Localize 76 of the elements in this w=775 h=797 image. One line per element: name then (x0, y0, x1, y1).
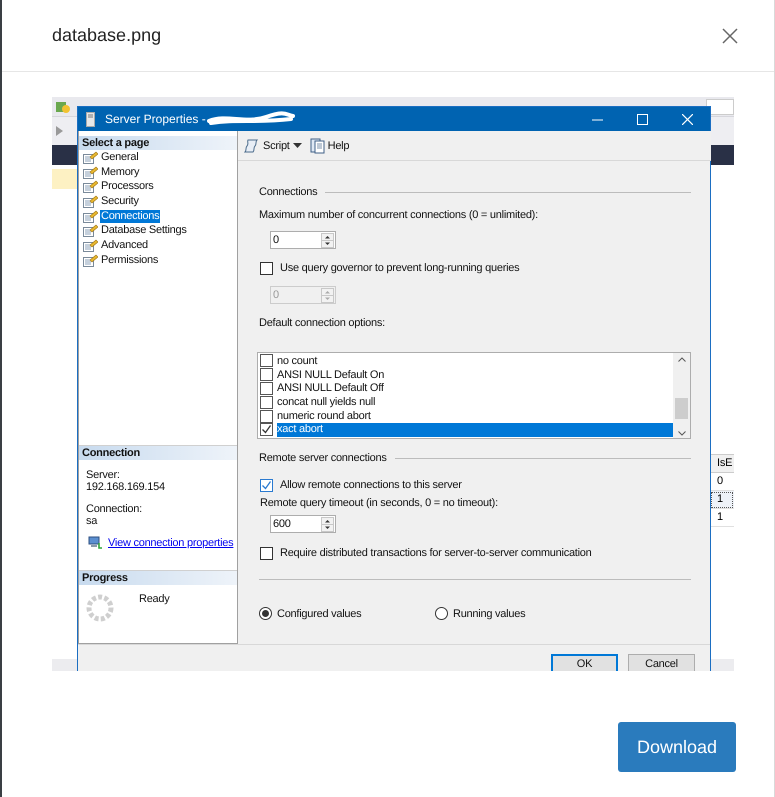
field-value: sa (86, 515, 98, 527)
server-icon (86, 112, 95, 126)
list-item[interactable]: numeric round abort (258, 409, 673, 423)
checkbox[interactable] (260, 262, 273, 274)
checkbox[interactable] (260, 354, 273, 368)
radio-button[interactable] (435, 607, 448, 620)
field-label: Remote query timeout (in seconds, 0 = no timeout): (260, 496, 499, 510)
field-value: 192.168.169.154 (86, 481, 166, 493)
status-text: Ready (139, 593, 170, 607)
computer-icon (88, 536, 103, 549)
page-icon (83, 254, 98, 267)
script-button[interactable]: Script (244, 138, 302, 154)
dialog-title: database.png (52, 25, 162, 46)
radio-label: Running values (453, 608, 526, 620)
checkbox[interactable] (260, 410, 273, 423)
download-button[interactable]: Download (618, 722, 736, 772)
checkbox[interactable] (260, 423, 273, 436)
ok-button[interactable]: OK (551, 654, 618, 671)
maximize-icon[interactable] (637, 114, 648, 124)
page-icon (83, 194, 98, 208)
checkbox-label: Allow remote connections to this server (280, 479, 462, 491)
checkbox-label: Require distributed transactions for server-to-server communication (280, 547, 592, 559)
list-item[interactable]: concat null yields null (258, 395, 673, 410)
page-icon (83, 180, 98, 194)
field-label: Default connection options: (259, 316, 386, 330)
checkbox[interactable] (260, 382, 273, 395)
loading-spinner-icon (85, 593, 115, 623)
sidebar-item[interactable]: Database Settings (100, 224, 188, 238)
sidebar-item[interactable]: Memory (100, 166, 140, 179)
section-header: Connection (79, 446, 237, 460)
page-icon (83, 210, 98, 223)
radio-label: Configured values (277, 608, 362, 620)
number-spinner[interactable]: 600 (270, 515, 336, 533)
radio-button[interactable] (259, 607, 272, 620)
scroll-up-icon[interactable] (678, 357, 686, 362)
field-label: Server: (86, 469, 121, 481)
sidebar-item[interactable]: Advanced (100, 238, 149, 252)
sidebar-item[interactable]: Processors (100, 180, 155, 194)
toolbar-field[interactable] (706, 98, 734, 114)
sidebar-item[interactable]: Connections (100, 210, 160, 223)
section-header: Progress (79, 571, 237, 585)
page-icon (83, 238, 98, 252)
help-button[interactable]: Help (310, 138, 350, 154)
list-item[interactable]: no count (258, 354, 673, 368)
window-title: Server Properties - (105, 112, 206, 126)
caret-icon[interactable] (292, 143, 302, 148)
cancel-button[interactable]: Cancel (628, 654, 695, 671)
scroll-down-icon[interactable] (678, 431, 686, 436)
help-book-icon (310, 138, 325, 154)
link[interactable]: View connection properties (108, 536, 234, 548)
sidebar-item[interactable]: Permissions (100, 254, 160, 267)
field-label: Maximum number of concurrent connections (0 = unlimited): (259, 208, 539, 222)
group-title: Remote server connections (259, 452, 387, 464)
checkbox-label: Use query governor to prevent long-running queries (280, 262, 520, 274)
checkbox[interactable] (260, 546, 273, 560)
table-cell[interactable]: 1 (710, 491, 734, 509)
checkbox[interactable] (260, 478, 273, 492)
list-item[interactable]: ANSI NULL Default On (258, 368, 673, 382)
page-icon (83, 224, 98, 238)
section-header: Select a page (79, 136, 237, 150)
sidebar-item[interactable]: Security (100, 194, 140, 208)
checkbox[interactable] (260, 368, 273, 382)
scroll-icon (244, 138, 260, 154)
page-icon (83, 150, 98, 164)
field-label: Connection: (86, 503, 143, 515)
scroll-thumb[interactable] (675, 398, 688, 419)
scrollbar[interactable] (673, 353, 690, 438)
options-list[interactable]: no count ANSI NULL Default On ANSI NULL Default Off concat null yields null numeric round abort xact abort (257, 352, 691, 439)
group-title: Connections (259, 186, 318, 198)
page-icon (83, 166, 98, 179)
list-item[interactable]: ANSI NULL Default Off (258, 382, 673, 396)
sidebar-item[interactable]: General (100, 150, 140, 164)
column-header: IsE (710, 454, 734, 473)
close-icon[interactable] (722, 28, 738, 44)
checkbox[interactable] (260, 396, 273, 409)
number-spinner[interactable]: 0 (270, 231, 336, 249)
